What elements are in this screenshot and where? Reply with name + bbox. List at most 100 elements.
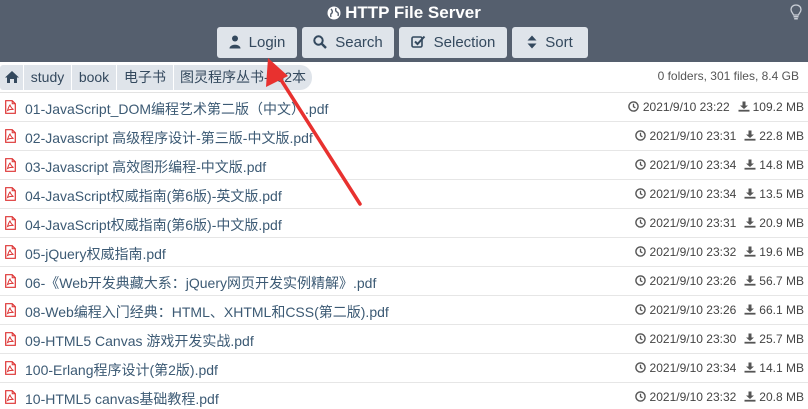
pdf-file-icon bbox=[5, 187, 16, 201]
app-header: HTTP File Server Login Search Selection … bbox=[0, 0, 808, 62]
file-name-link[interactable]: 05-jQuery权威指南.pdf bbox=[25, 244, 166, 264]
file-date: 2021/9/10 23:31 bbox=[649, 216, 737, 230]
pdf-file-icon bbox=[5, 332, 16, 346]
pdf-file-icon bbox=[5, 361, 16, 375]
file-date: 2021/9/10 23:22 bbox=[642, 100, 730, 114]
file-size: 56.7 MB bbox=[759, 274, 804, 288]
download-icon bbox=[744, 217, 756, 228]
breadcrumb-item-study[interactable]: study bbox=[24, 65, 71, 90]
search-icon bbox=[313, 35, 328, 49]
search-label: Search bbox=[335, 34, 383, 51]
clock-icon bbox=[634, 188, 646, 199]
file-meta: 2021/9/10 23:32 19.6 MB bbox=[634, 245, 804, 259]
file-name-link[interactable]: 09-HTML5 Canvas 游戏开发实战.pdf bbox=[25, 331, 254, 351]
selection-label: Selection bbox=[433, 34, 496, 51]
file-meta: 2021/9/10 23:34 13.5 MB bbox=[634, 187, 804, 201]
clock-icon bbox=[634, 217, 646, 228]
globe-icon bbox=[327, 6, 341, 20]
file-row[interactable]: 08-Web编程入门经典：HTML、XHTML和CSS(第二版).pdf 2021… bbox=[0, 296, 808, 325]
login-button[interactable]: Login bbox=[217, 27, 297, 58]
file-date: 2021/9/10 23:32 bbox=[649, 245, 737, 259]
file-name-link[interactable]: 04-JavaScript权威指南(第6版)-中文版.pdf bbox=[25, 215, 282, 235]
pdf-file-icon bbox=[5, 216, 16, 230]
clock-icon bbox=[634, 130, 646, 141]
pdf-file-icon bbox=[5, 245, 16, 259]
clock-icon bbox=[634, 391, 646, 402]
download-icon bbox=[744, 304, 756, 315]
pdf-file-icon bbox=[5, 390, 16, 404]
file-meta: 2021/9/10 23:26 66.1 MB bbox=[634, 303, 804, 317]
file-row[interactable]: 01-JavaScript_DOM编程艺术第二版（中文）.pdf 2021/9/1… bbox=[0, 93, 808, 122]
sort-button[interactable]: Sort bbox=[512, 27, 588, 58]
file-name-link[interactable]: 04-JavaScript权威指南(第6版)-英文版.pdf bbox=[25, 186, 282, 206]
pdf-file-icon bbox=[5, 274, 16, 288]
clock-icon bbox=[628, 101, 639, 112]
file-row[interactable]: 04-JavaScript权威指南(第6版)-英文版.pdf 2021/9/10 … bbox=[0, 180, 808, 209]
breadcrumb-item-series[interactable]: 图灵程序丛书-302本 bbox=[174, 65, 312, 90]
clock-icon bbox=[634, 159, 646, 170]
file-meta: 2021/9/10 23:34 14.8 MB bbox=[634, 158, 804, 172]
download-icon bbox=[744, 391, 756, 402]
download-icon bbox=[738, 101, 750, 112]
pdf-file-icon bbox=[5, 129, 16, 143]
download-icon bbox=[744, 130, 756, 141]
sort-icon bbox=[527, 35, 537, 49]
file-name-link[interactable]: 100-Erlang程序设计(第2版).pdf bbox=[25, 360, 218, 380]
file-row[interactable]: 02-Javascript 高级程序设计-第三版-中文版.pdf 2021/9/1… bbox=[0, 122, 808, 151]
breadcrumb-item-book[interactable]: book bbox=[72, 65, 116, 90]
file-date: 2021/9/10 23:31 bbox=[649, 129, 737, 143]
file-row[interactable]: 10-HTML5 canvas基础教程.pdf 2021/9/10 23:32 20… bbox=[0, 383, 808, 409]
app-title: HTTP File Server bbox=[0, 2, 808, 24]
download-icon bbox=[744, 333, 756, 344]
pdf-file-icon bbox=[5, 100, 16, 114]
file-name-link[interactable]: 02-Javascript 高级程序设计-第三版-中文版.pdf bbox=[25, 128, 313, 148]
file-name-link[interactable]: 03-Javascript 高效图形编程-中文版.pdf bbox=[25, 157, 266, 177]
file-size: 22.8 MB bbox=[759, 129, 804, 143]
file-size: 66.1 MB bbox=[759, 303, 804, 317]
file-date: 2021/9/10 23:26 bbox=[649, 303, 737, 317]
file-size: 20.8 MB bbox=[759, 390, 804, 404]
download-icon bbox=[744, 188, 756, 199]
file-name-link[interactable]: 10-HTML5 canvas基础教程.pdf bbox=[25, 389, 219, 409]
search-button[interactable]: Search bbox=[302, 27, 394, 58]
download-icon bbox=[744, 159, 756, 170]
file-meta: 2021/9/10 23:34 14.1 MB bbox=[634, 361, 804, 375]
clock-icon bbox=[634, 333, 646, 344]
clock-icon bbox=[634, 362, 646, 373]
clock-icon bbox=[634, 246, 646, 257]
file-size: 109.2 MB bbox=[752, 100, 804, 114]
file-name-link[interactable]: 08-Web编程入门经典：HTML、XHTML和CSS(第二版).pdf bbox=[25, 302, 389, 322]
sort-label: Sort bbox=[545, 34, 573, 51]
file-row[interactable]: 03-Javascript 高效图形编程-中文版.pdf 2021/9/10 23… bbox=[0, 151, 808, 180]
clock-icon bbox=[634, 275, 646, 286]
file-row[interactable]: 05-jQuery权威指南.pdf 2021/9/10 23:32 19.6 MB bbox=[0, 238, 808, 267]
login-label: Login bbox=[248, 34, 286, 51]
file-list: 01-JavaScript_DOM编程艺术第二版（中文）.pdf 2021/9/1… bbox=[0, 93, 808, 409]
app-title-text: HTTP File Server bbox=[345, 3, 481, 22]
file-size: 19.6 MB bbox=[759, 245, 804, 259]
clock-icon bbox=[634, 304, 646, 315]
home-icon bbox=[4, 71, 19, 83]
file-date: 2021/9/10 23:34 bbox=[649, 187, 737, 201]
file-meta: 2021/9/10 23:31 22.8 MB bbox=[634, 129, 804, 143]
download-icon bbox=[744, 246, 756, 257]
file-date: 2021/9/10 23:32 bbox=[649, 390, 737, 404]
file-row[interactable]: 09-HTML5 Canvas 游戏开发实战.pdf 2021/9/10 23:3… bbox=[0, 325, 808, 354]
file-row[interactable]: 06-《Web开发典藏大系：jQuery网页开发实例精解》.pdf 2021/9/… bbox=[0, 267, 808, 296]
breadcrumb-item-ebook[interactable]: 电子书 bbox=[117, 65, 173, 90]
lightbulb-icon[interactable] bbox=[790, 4, 802, 20]
file-row[interactable]: 04-JavaScript权威指南(第6版)-中文版.pdf 2021/9/10 … bbox=[0, 209, 808, 238]
file-size: 20.9 MB bbox=[759, 216, 804, 230]
file-row[interactable]: 100-Erlang程序设计(第2版).pdf 2021/9/10 23:34 14… bbox=[0, 354, 808, 383]
file-date: 2021/9/10 23:26 bbox=[649, 274, 737, 288]
file-name-link[interactable]: 01-JavaScript_DOM编程艺术第二版（中文）.pdf bbox=[25, 99, 328, 119]
folder-summary: 0 folders, 301 files, 8.4 GB bbox=[657, 69, 799, 83]
checkbox-icon bbox=[410, 35, 425, 48]
file-meta: 2021/9/10 23:22 109.2 MB bbox=[628, 100, 804, 114]
file-name-link[interactable]: 06-《Web开发典藏大系：jQuery网页开发实例精解》.pdf bbox=[25, 273, 376, 293]
pdf-file-icon bbox=[5, 303, 16, 317]
breadcrumb-home[interactable] bbox=[0, 65, 23, 90]
breadcrumb: study book 电子书 图灵程序丛书-302本 0 folders, 30… bbox=[0, 62, 808, 93]
file-size: 13.5 MB bbox=[759, 187, 804, 201]
selection-button[interactable]: Selection bbox=[399, 27, 507, 58]
